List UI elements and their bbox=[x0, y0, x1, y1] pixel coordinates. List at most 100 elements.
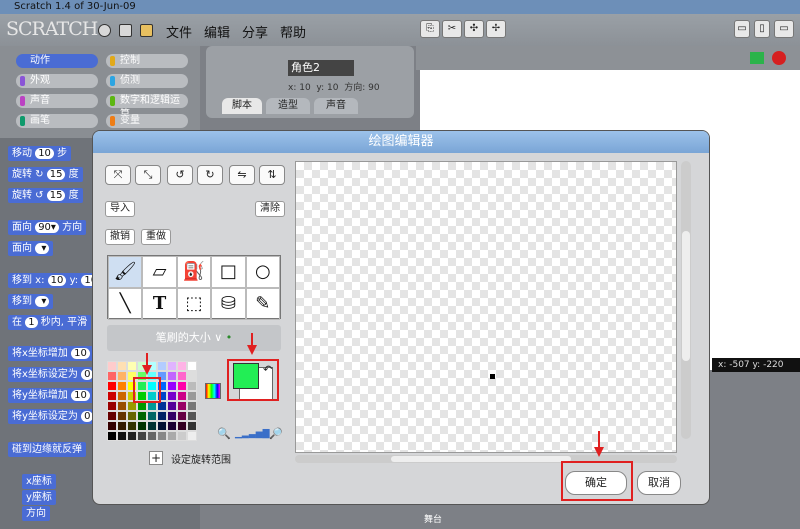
clear-button[interactable]: 清除 bbox=[255, 201, 285, 217]
color-swatch[interactable] bbox=[107, 431, 117, 441]
color-swatch[interactable] bbox=[137, 431, 147, 441]
color-swatch[interactable] bbox=[137, 401, 147, 411]
menu-share[interactable]: 分享 bbox=[242, 22, 268, 41]
tab-scripts[interactable]: 脚本 bbox=[222, 98, 262, 114]
color-swatch[interactable] bbox=[117, 421, 127, 431]
save-icon[interactable] bbox=[119, 24, 132, 37]
goto-block[interactable]: 移到 ▾ bbox=[8, 294, 54, 309]
point-direction-block[interactable]: 面向 90▾ 方向 bbox=[8, 220, 87, 235]
y-position-reporter[interactable]: y座标 bbox=[22, 490, 56, 505]
color-swatch[interactable] bbox=[127, 361, 137, 371]
presentation-mode-icon[interactable]: ▭ bbox=[774, 20, 794, 38]
paint-canvas[interactable] bbox=[295, 161, 677, 453]
color-swatch[interactable] bbox=[117, 401, 127, 411]
color-swatch[interactable] bbox=[147, 411, 157, 421]
import-button[interactable]: 导入 bbox=[105, 201, 135, 217]
color-swatch[interactable] bbox=[167, 391, 177, 401]
rectangle-icon[interactable]: □ bbox=[211, 256, 246, 288]
color-swatch[interactable] bbox=[117, 371, 127, 381]
color-swatch[interactable] bbox=[167, 371, 177, 381]
color-swatch[interactable] bbox=[137, 381, 147, 391]
change-x-block[interactable]: 将x坐标增加 10 bbox=[8, 346, 94, 361]
turn-left-block[interactable]: 旋转 ↺ 15 度 bbox=[8, 188, 83, 203]
color-swatch[interactable] bbox=[127, 401, 137, 411]
color-spectrum-icon[interactable] bbox=[205, 383, 221, 399]
change-y-block[interactable]: 将y坐标增加 10 bbox=[8, 388, 94, 403]
color-swatch[interactable] bbox=[177, 401, 187, 411]
color-swatch[interactable] bbox=[117, 411, 127, 421]
color-swatch[interactable] bbox=[157, 371, 167, 381]
zoom-in-icon[interactable]: 🔎 bbox=[269, 427, 283, 440]
flip-vertical-icon[interactable]: ⇅ bbox=[259, 165, 285, 185]
color-swatch[interactable] bbox=[147, 421, 157, 431]
color-swatch[interactable] bbox=[187, 371, 197, 381]
select-icon[interactable]: ⬚ bbox=[176, 288, 212, 320]
category-sound[interactable]: 声音 bbox=[16, 94, 98, 108]
undo-button[interactable]: 撤销 bbox=[105, 229, 135, 245]
tab-costumes[interactable]: 造型 bbox=[266, 98, 310, 114]
grow-icon[interactable]: ⤧ bbox=[105, 165, 131, 185]
color-swatch[interactable] bbox=[157, 381, 167, 391]
color-swatch[interactable] bbox=[127, 431, 137, 441]
color-swatch[interactable] bbox=[167, 361, 177, 371]
glide-block[interactable]: 在 1 秒内, 平滑 bbox=[8, 315, 92, 330]
color-swatch[interactable] bbox=[147, 431, 157, 441]
cancel-button[interactable]: 取消 bbox=[637, 471, 681, 495]
color-swatch[interactable] bbox=[167, 401, 177, 411]
green-flag-icon[interactable] bbox=[750, 52, 764, 64]
zoom-level-icon[interactable]: ▁▂▃▅▇ bbox=[235, 429, 270, 439]
delete-tool-icon[interactable]: ✂ bbox=[442, 20, 462, 38]
color-swatch[interactable] bbox=[127, 371, 137, 381]
category-sensing[interactable]: 侦测 bbox=[106, 74, 188, 88]
color-swatches[interactable] bbox=[107, 361, 197, 441]
horizontal-scrollbar[interactable] bbox=[295, 455, 677, 463]
goto-xy-block[interactable]: 移到 x: 10 y: 10 bbox=[8, 273, 105, 288]
set-y-block[interactable]: 将y坐标设定为 0 bbox=[8, 409, 98, 424]
shrink-icon[interactable]: ⤡ bbox=[135, 165, 161, 185]
text-icon[interactable]: T bbox=[142, 288, 177, 320]
ok-button[interactable]: 确定 bbox=[565, 471, 627, 495]
color-swatch[interactable] bbox=[177, 431, 187, 441]
color-swatch[interactable] bbox=[157, 421, 167, 431]
color-swatch[interactable] bbox=[107, 361, 117, 371]
move-block[interactable]: 移动 10 步 bbox=[8, 146, 72, 161]
color-swatch[interactable] bbox=[187, 361, 197, 371]
layout-normal-icon[interactable]: ▯ bbox=[754, 20, 770, 38]
color-swatch[interactable] bbox=[157, 391, 167, 401]
color-swatch[interactable] bbox=[117, 361, 127, 371]
color-swatch[interactable] bbox=[147, 391, 157, 401]
grow-tool-icon[interactable]: ✣ bbox=[464, 20, 484, 38]
category-motion[interactable]: 动作 bbox=[16, 54, 98, 68]
turn-right-block[interactable]: 旋转 ↻ 15 度 bbox=[8, 167, 83, 182]
color-swatch[interactable] bbox=[187, 411, 197, 421]
set-rotation-center-label[interactable]: 设定旋转范围 bbox=[171, 451, 231, 466]
category-variables[interactable]: 变量 bbox=[106, 114, 188, 128]
color-swatch[interactable] bbox=[187, 401, 197, 411]
foreground-color-box[interactable] bbox=[233, 363, 259, 389]
color-swatch[interactable] bbox=[177, 381, 187, 391]
flip-horizontal-icon[interactable]: ⇋ bbox=[229, 165, 255, 185]
sprite-name-field[interactable]: 角色2 bbox=[288, 60, 354, 76]
category-operators[interactable]: 数字和逻辑运算 bbox=[106, 94, 188, 120]
point-towards-block[interactable]: 面向 ▾ bbox=[8, 241, 54, 256]
color-swatch[interactable] bbox=[107, 421, 117, 431]
color-swatch[interactable] bbox=[137, 411, 147, 421]
color-swatch[interactable] bbox=[167, 381, 177, 391]
color-swatch[interactable] bbox=[127, 391, 137, 401]
bounce-block[interactable]: 碰到边缘就反弹 bbox=[8, 442, 86, 457]
color-swatch[interactable] bbox=[117, 391, 127, 401]
menu-edit[interactable]: 编辑 bbox=[204, 22, 230, 41]
x-position-reporter[interactable]: x座标 bbox=[22, 474, 56, 489]
tab-sounds[interactable]: 声音 bbox=[314, 98, 358, 114]
duplicate-tool-icon[interactable]: ⎘ bbox=[420, 20, 440, 38]
color-swatch[interactable] bbox=[167, 421, 177, 431]
rotate-left-icon[interactable]: ↺ bbox=[167, 165, 193, 185]
color-swatch[interactable] bbox=[177, 421, 187, 431]
paintbrush-icon[interactable]: 🖌 bbox=[108, 256, 143, 288]
color-swatch[interactable] bbox=[107, 401, 117, 411]
add-icon[interactable]: + bbox=[149, 451, 163, 465]
color-swatch[interactable] bbox=[137, 421, 147, 431]
stamp-icon[interactable]: ⛁ bbox=[211, 288, 246, 320]
color-swatch[interactable] bbox=[167, 411, 177, 421]
color-swatch[interactable] bbox=[177, 371, 187, 381]
